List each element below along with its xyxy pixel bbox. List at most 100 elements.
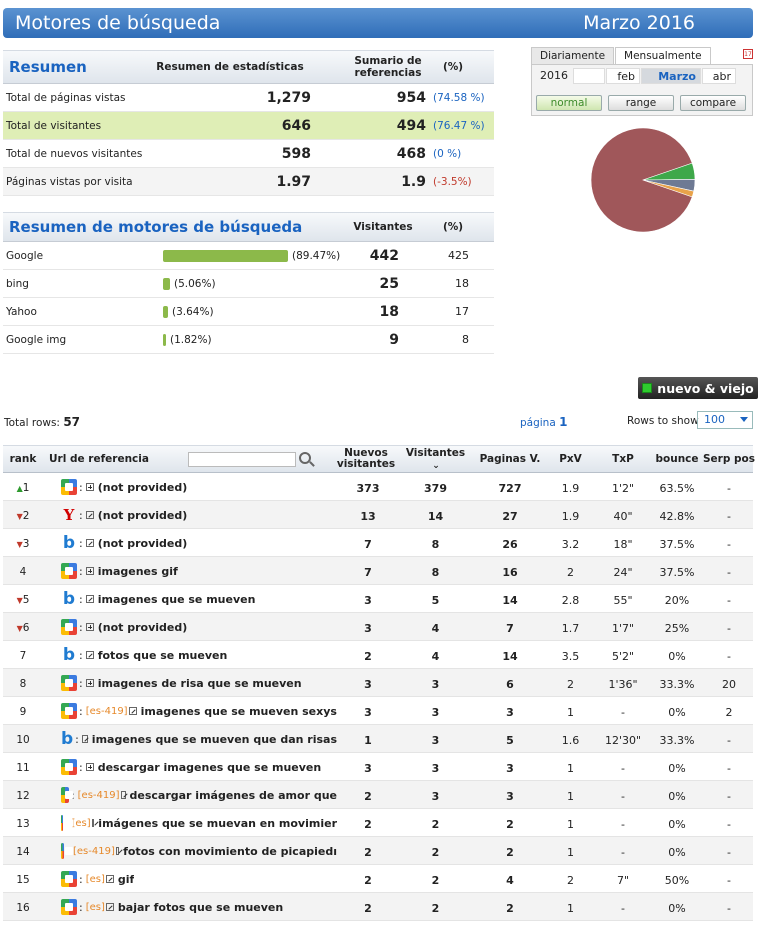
col-pxv[interactable]: PxV [548, 454, 593, 465]
col-pageviews[interactable]: Paginas V. [475, 454, 545, 465]
col-visitors[interactable]: Visitantes [403, 448, 468, 459]
new-old-button[interactable]: nuevo & viejo [638, 377, 758, 399]
external-link-icon[interactable] [85, 651, 94, 659]
url-cell[interactable]: b: fotos que se mueven [61, 645, 227, 665]
external-link-icon[interactable] [85, 595, 94, 603]
url-cell[interactable]: : [es-419] imagenes que se mueven sexys [61, 701, 337, 721]
keyword[interactable]: descargar imagenes que se mueven [98, 761, 322, 774]
visitors-cell: 3 [431, 734, 440, 747]
url-cell[interactable]: : [es] bajar fotos que se mueven [61, 897, 283, 917]
external-link-icon[interactable] [105, 903, 114, 911]
url-cell[interactable]: : (not provided) [61, 477, 187, 497]
external-link-icon[interactable] [85, 539, 94, 547]
external-link-icon[interactable] [81, 735, 88, 743]
table-row[interactable]: 15: [es] gif 2 2 4 2 7" 50% - [3, 865, 753, 893]
keyword[interactable]: (not provided) [98, 481, 188, 494]
url-cell[interactable]: Y: (not provided) [61, 505, 188, 525]
url-search-input[interactable] [188, 452, 296, 467]
expand-icon[interactable] [85, 567, 94, 575]
table-row[interactable]: 8: imagenes de risa que se mueven 3 3 6 2 1'36… [3, 669, 753, 697]
table-row[interactable]: ▲1: (not provided) 373 379 727 1.9 1'2" 63.5% - [3, 473, 753, 501]
table-row[interactable]: ▼2 Y: (not provided) 13 14 27 1.9 40" 42.8% - [3, 501, 753, 529]
search-icon[interactable] [299, 452, 311, 464]
mode-normal-button[interactable]: normal [536, 95, 602, 111]
month-mar[interactable]: Marzo [641, 68, 701, 84]
pagination[interactable]: página 1 [520, 415, 567, 429]
expand-icon[interactable] [85, 679, 94, 687]
expand-icon[interactable] [85, 763, 94, 771]
table-row[interactable]: 11: descargar imagenes que se mueven 3 3 3 1 -… [3, 753, 753, 781]
table-row[interactable]: 12:[es-419]descargar imágenes de amor qu… [3, 781, 753, 809]
url-cell[interactable]: b: imagenes que se mueven [61, 589, 256, 609]
keyword[interactable]: fotos que se mueven [98, 649, 228, 662]
sort-desc-icon[interactable]: ⌄ [430, 461, 442, 472]
url-cell[interactable]: b: (not provided) [61, 533, 187, 553]
keyword[interactable]: imagenes de risa que se mueven [98, 677, 302, 690]
col-url[interactable]: Url de referencia [49, 454, 149, 465]
engine-share-bar [163, 334, 166, 346]
table-row[interactable]: 13:[es]imágenes que se muevan en movimie… [3, 809, 753, 837]
external-link-icon[interactable] [85, 511, 94, 519]
external-link-icon[interactable] [115, 847, 120, 855]
url-cell[interactable]: : imagenes de risa que se mueven [61, 673, 302, 693]
url-cell[interactable]: :[es]imágenes que se muevan en movimier [61, 813, 337, 833]
google-icon [61, 843, 75, 859]
table-row[interactable]: 14:[es-419]fotos con movimiento de picap… [3, 837, 753, 865]
table-row[interactable]: 10 b: imagenes que se mueven que dan risas… [3, 725, 753, 753]
external-link-icon[interactable] [120, 791, 126, 799]
external-link-icon[interactable] [105, 875, 114, 883]
mode-range-button[interactable]: range [608, 95, 674, 111]
table-row[interactable]: 16: [es] bajar fotos que se mueven 2 2 2 1 - 0% - [3, 893, 753, 921]
month-jan[interactable] [573, 68, 605, 84]
url-cell[interactable]: b: imagenes que se mueven que dan risas [61, 729, 337, 749]
external-link-icon[interactable] [91, 819, 95, 827]
keyword[interactable]: descargar imágenes de amor que [130, 789, 338, 802]
new-visitors-cell: 3 [364, 678, 372, 691]
year-label[interactable]: 2016 [536, 68, 572, 84]
table-row[interactable]: 7 b: fotos que se mueven 2 4 14 3.5 5'2" 0% - [3, 641, 753, 669]
external-link-icon[interactable] [128, 707, 137, 715]
google-icon [61, 759, 77, 775]
keyword[interactable]: imagenes que se mueven sexys [141, 705, 337, 718]
visitors-cell: 2 [431, 818, 440, 831]
rows-to-show-select[interactable]: 100 [697, 411, 753, 429]
keyword[interactable]: imágenes que se muevan en movimier [98, 817, 337, 830]
calendar-icon[interactable]: 17 [743, 49, 753, 59]
url-cell[interactable]: : (not provided) [61, 617, 187, 637]
keyword[interactable]: (not provided) [98, 509, 188, 522]
table-row[interactable]: ▼3 b: (not provided) 7 8 26 3.2 18" 37.5% - [3, 529, 753, 557]
col-bounce[interactable]: bounce [651, 454, 703, 465]
mode-compare-button[interactable]: compare [680, 95, 746, 111]
keyword[interactable]: imagenes gif [98, 565, 178, 578]
url-cell[interactable]: : descargar imagenes que se mueven [61, 757, 321, 777]
keyword[interactable]: (not provided) [98, 537, 188, 550]
keyword[interactable]: (not provided) [98, 621, 188, 634]
url-cell[interactable]: :[es-419]fotos con movimiento de picapie… [61, 841, 337, 861]
keyword[interactable]: imagenes que se mueven [98, 593, 256, 606]
col-rank[interactable]: rank [3, 454, 43, 465]
month-apr[interactable]: abr [702, 68, 736, 84]
table-row[interactable]: 9: [es-419] imagenes que se mueven sexys 3 3… [3, 697, 753, 725]
col-new-visitors[interactable]: Nuevos visitantes [333, 448, 399, 470]
yahoo-icon: Y [63, 506, 75, 524]
table-row[interactable]: ▼5 b: imagenes que se mueven 3 5 14 2.8 55" 20% - [3, 585, 753, 613]
page-number[interactable]: 1 [559, 415, 567, 429]
tab-monthly[interactable]: Mensualmente [615, 47, 711, 64]
keyword[interactable]: bajar fotos que se mueven [118, 901, 283, 914]
tab-daily[interactable]: Diariamente [531, 47, 615, 64]
col-txp[interactable]: TxP [598, 454, 648, 465]
col-serp[interactable]: Serp pos [703, 454, 755, 465]
url-cell[interactable]: :[es-419]descargar imágenes de amor que [61, 785, 337, 805]
keyword[interactable]: fotos con movimiento de picapiedı [123, 845, 337, 858]
month-feb[interactable]: feb [606, 68, 640, 84]
expand-icon[interactable] [85, 483, 94, 491]
table-row[interactable]: 4: imagenes gif 7 8 16 2 24" 37.5% - [3, 557, 753, 585]
engine-share-bar [163, 250, 288, 262]
keyword[interactable]: gif [118, 873, 134, 886]
engines-title: Resumen de motores de búsqueda [9, 218, 303, 236]
url-cell[interactable]: : imagenes gif [61, 561, 178, 581]
table-row[interactable]: ▼6: (not provided) 3 4 7 1.7 1'7" 25% - [3, 613, 753, 641]
url-cell[interactable]: : [es] gif [61, 869, 134, 889]
expand-icon[interactable] [85, 623, 94, 631]
keyword[interactable]: imagenes que se mueven que dan risas [92, 733, 337, 746]
